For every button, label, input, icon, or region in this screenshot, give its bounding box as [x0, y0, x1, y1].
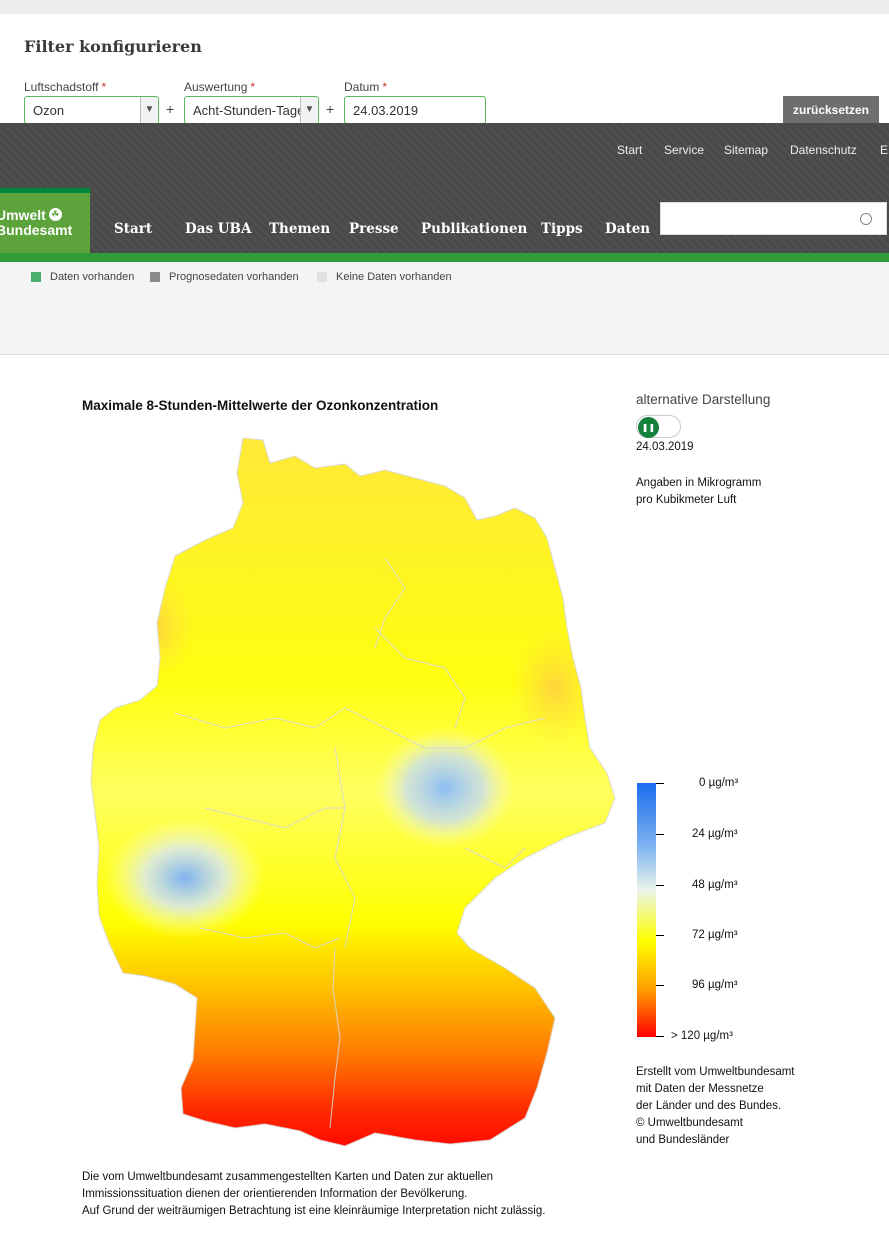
- ozone-map: [90, 437, 616, 1147]
- scale-tick: [656, 1036, 664, 1037]
- top-strip: [0, 0, 889, 14]
- service-nav-english[interactable]: E: [880, 143, 888, 157]
- gray-square-icon: [150, 272, 160, 282]
- service-nav-datenschutz[interactable]: Datenschutz: [790, 143, 857, 157]
- green-square-icon: [31, 272, 41, 282]
- leaf-icon: ☘: [48, 208, 62, 221]
- chevron-down-icon: ▼: [140, 97, 158, 123]
- pause-icon: ❚❚: [638, 417, 659, 438]
- nav-das-uba[interactable]: Das UBA: [185, 221, 251, 237]
- scale-label-120: > 120 µg/m³: [671, 1030, 733, 1042]
- date-input[interactable]: 24.03.2019: [344, 96, 486, 124]
- legend-item-forecast: Prognosedaten vorhanden: [150, 271, 299, 283]
- legend-item-data: Daten vorhanden: [31, 271, 134, 283]
- scale-tick: [656, 834, 664, 835]
- nav-presse[interactable]: Presse: [349, 221, 399, 237]
- evaluation-label: Auswertung *: [184, 80, 256, 94]
- scale-label-24: 24 µg/m³: [692, 828, 738, 840]
- search-icon[interactable]: [860, 213, 872, 225]
- service-nav-service[interactable]: Service: [664, 143, 704, 157]
- scale-tick: [656, 783, 664, 784]
- plus-separator: +: [166, 101, 175, 117]
- alternative-view-label: alternative Darstellung: [636, 392, 771, 407]
- scale-tick: [656, 935, 664, 936]
- evaluation-select[interactable]: Acht-Stunden-Tage ▼: [184, 96, 319, 124]
- scale-label-96: 96 µg/m³: [692, 979, 738, 991]
- map-credit: Erstellt vom Umweltbundesamt mit Daten d…: [636, 1066, 795, 1146]
- plus-separator: +: [326, 101, 335, 117]
- scale-label-72: 72 µg/m³: [692, 929, 738, 941]
- lightgray-square-icon: [317, 272, 327, 282]
- search-input[interactable]: [660, 202, 887, 235]
- date-label: Datum *: [344, 80, 388, 94]
- pollutant-label: Luftschadstoff *: [24, 80, 107, 94]
- nav-tipps[interactable]: Tipps: [541, 221, 583, 237]
- color-scale-bar: [637, 783, 656, 1037]
- scale-tick: [656, 985, 664, 986]
- scale-tick: [656, 885, 664, 886]
- uba-logo[interactable]: Umwelt ☘ Bundesamt: [0, 188, 90, 253]
- reset-button[interactable]: zurücksetzen: [783, 96, 879, 124]
- filter-title: Filter konfigurieren: [24, 37, 202, 56]
- scale-label-0: 0 µg/m³: [699, 777, 739, 789]
- service-nav-sitemap[interactable]: Sitemap: [724, 143, 768, 157]
- chevron-down-icon: ▼: [300, 97, 318, 123]
- map-date: 24.03.2019: [636, 441, 694, 453]
- units-note: Angaben in Mikrogramm pro Kubikmeter Luf…: [636, 477, 762, 506]
- nav-daten[interactable]: Daten: [605, 221, 650, 237]
- legend-item-nodata: Keine Daten vorhanden: [317, 271, 452, 283]
- nav-themen[interactable]: Themen: [269, 221, 330, 237]
- service-nav-start[interactable]: Start: [617, 143, 642, 157]
- pollutant-select[interactable]: Ozon ▼: [24, 96, 159, 124]
- nav-start[interactable]: Start: [114, 221, 152, 237]
- nav-publikationen[interactable]: Publikationen: [421, 221, 527, 237]
- map-title: Maximale 8-Stunden-Mittelwerte der Ozonk…: [82, 398, 439, 413]
- header-green-bar: [0, 253, 889, 262]
- disclaimer-text: Die vom Umweltbundesamt zusammengestellt…: [82, 1171, 546, 1217]
- alternative-view-toggle[interactable]: ❚❚: [636, 415, 681, 438]
- scale-label-48: 48 µg/m³: [692, 879, 738, 891]
